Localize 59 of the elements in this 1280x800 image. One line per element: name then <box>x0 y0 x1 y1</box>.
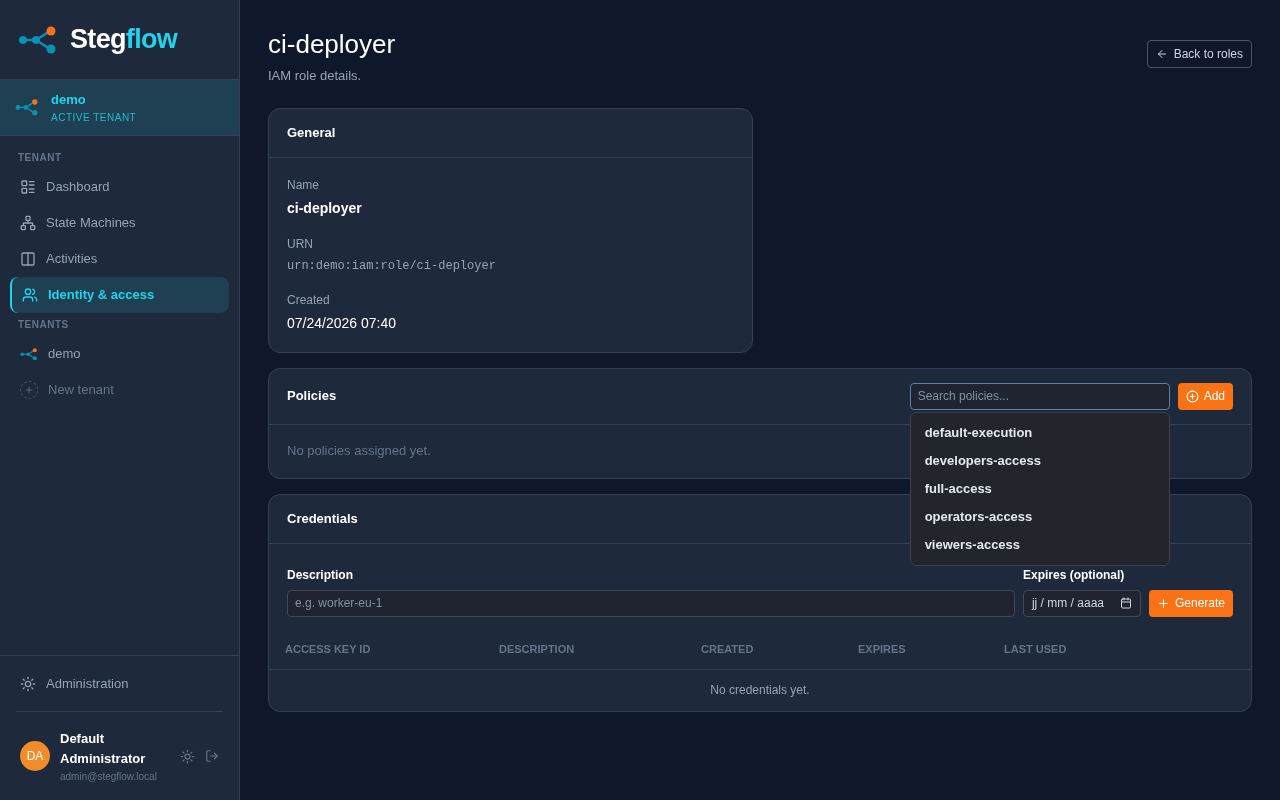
nav-item[interactable]: demo <box>10 336 229 372</box>
nav-item[interactable]: New tenant <box>10 372 229 408</box>
column-header: EXPIRES <box>858 641 907 657</box>
avatar: DA <box>20 741 50 771</box>
page-subtitle: IAM role details. <box>268 67 363 85</box>
section-heading: TENANT <box>17 151 63 165</box>
field-value: ci-deployer <box>287 198 363 218</box>
nav-item[interactable]: Dashboard <box>10 169 229 205</box>
users-icon <box>22 287 38 303</box>
columns-icon <box>20 251 36 267</box>
card-title: General <box>287 123 336 142</box>
card-title: Policies <box>287 387 337 406</box>
empty-message: No policies assigned yet. <box>287 442 431 461</box>
brand-name: Stegflow <box>70 23 178 57</box>
tenant-logo-icon <box>20 347 38 361</box>
logo-icon <box>18 25 58 54</box>
list-icon <box>20 179 36 195</box>
logout-icon[interactable] <box>205 749 219 763</box>
nav-item[interactable]: State Machines <box>10 205 229 241</box>
description-field[interactable]: e.g. worker-eu-1 <box>287 589 1015 617</box>
network-icon <box>20 215 36 231</box>
column-header: LAST USED <box>1004 641 1068 657</box>
arrow-left-icon <box>1155 48 1168 60</box>
dropdown-option[interactable]: developers-access <box>910 446 1169 475</box>
tenant-label: ACTIVE TENANT <box>51 110 137 125</box>
field-label: URN <box>287 235 314 253</box>
column-header: DESCRIPTION <box>499 641 576 657</box>
nav-item[interactable]: Identity & access <box>10 277 229 313</box>
dropdown-option[interactable]: default-execution <box>910 418 1169 447</box>
field-label: Expires (optional) <box>1022 566 1126 584</box>
dropdown-option[interactable]: operators-access <box>910 502 1169 531</box>
plus-circle-icon <box>1185 389 1199 403</box>
calendar-icon <box>1119 597 1132 609</box>
card-title: Credentials <box>287 509 358 528</box>
dropdown-option[interactable]: viewers-access <box>910 530 1169 559</box>
theme-toggle-icon[interactable] <box>180 748 195 764</box>
dropdown-option[interactable]: full-access <box>910 474 1169 503</box>
policy-search-field[interactable]: Search policies... <box>909 382 1170 410</box>
back-button[interactable]: Back to roles <box>1146 40 1252 68</box>
field-value: urn:demo:iam:role/ci-deployer <box>287 257 497 275</box>
tenant-name: demo <box>51 91 87 110</box>
active-tenant-panel[interactable]: demo ACTIVE TENANT <box>0 80 239 136</box>
empty-message: No credentials yet. <box>710 682 810 699</box>
column-header: ACCESS KEY ID <box>285 641 372 657</box>
tenant-logo-icon <box>15 99 39 116</box>
field-label: Description <box>287 566 354 584</box>
user-name: Default Administrator <box>60 729 147 768</box>
sun-icon <box>20 675 36 692</box>
section-heading: TENANTS <box>17 318 70 332</box>
administration-link[interactable]: Administration <box>16 656 223 712</box>
plus-icon <box>1156 596 1170 610</box>
page-title: ci-deployer <box>268 28 396 60</box>
user-email: admin@stegflow.local <box>60 769 158 784</box>
field-value: 07/24/2026 07:40 <box>287 313 397 333</box>
date-field[interactable]: jj / mm / aaaa <box>1022 589 1141 617</box>
field-label: Created <box>287 291 331 309</box>
column-header: CREATED <box>701 641 755 657</box>
field-label: Name <box>287 176 320 194</box>
nav-item[interactable]: Activities <box>10 241 229 277</box>
